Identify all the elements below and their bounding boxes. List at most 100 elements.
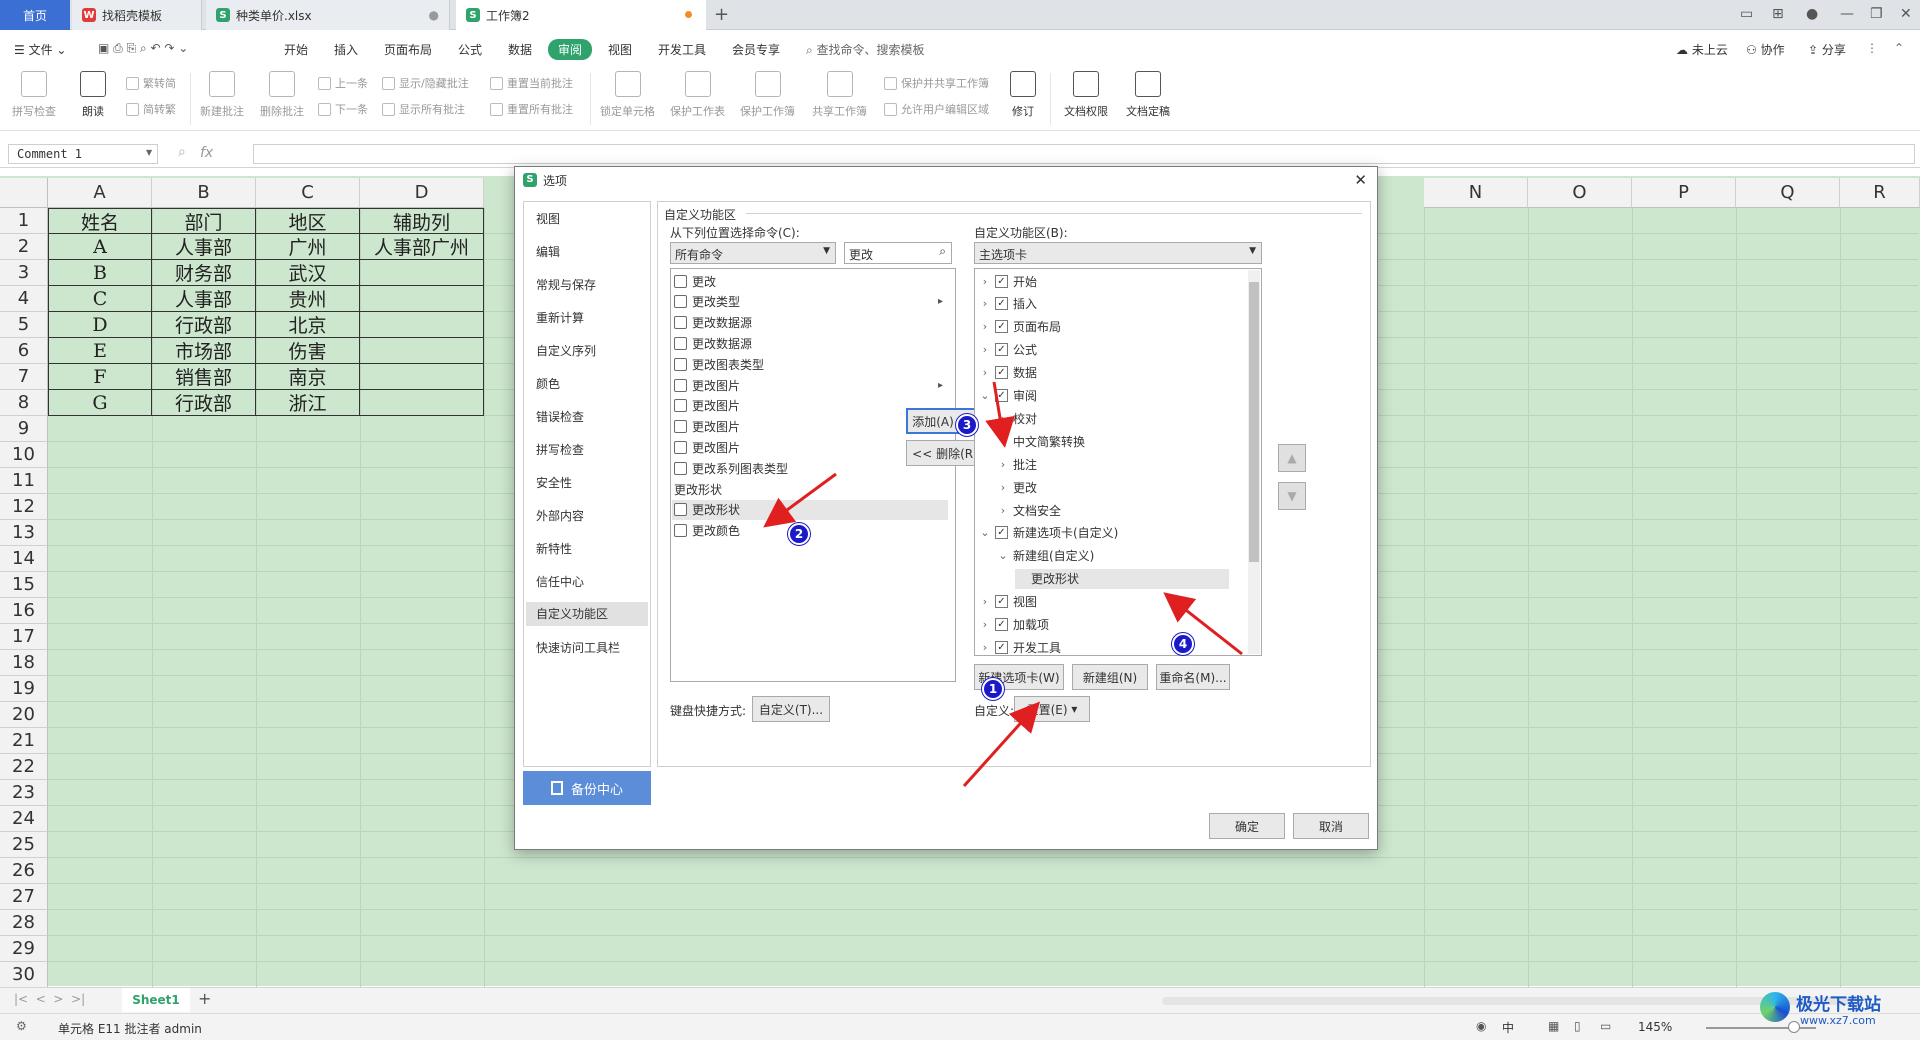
chevron-right-icon[interactable]: › xyxy=(997,504,1009,517)
table-cell[interactable]: 人事部 xyxy=(152,286,256,312)
chevron-right-icon[interactable]: › xyxy=(979,320,991,333)
table-cell[interactable]: D xyxy=(48,312,152,338)
tab-template[interactable]: W 找稻壳模板 xyxy=(72,0,202,30)
column-header[interactable]: P xyxy=(1632,178,1736,208)
table-cell[interactable]: B xyxy=(48,260,152,286)
table-cell[interactable]: 北京 xyxy=(256,312,360,338)
table-cell[interactable] xyxy=(360,338,484,364)
checkbox[interactable]: ✓ xyxy=(995,640,1008,654)
chevron-down-icon[interactable]: ▼ xyxy=(146,148,152,157)
row-header[interactable]: 14 xyxy=(0,546,48,572)
chevron-down-icon[interactable]: ⌄ xyxy=(979,389,991,402)
table-cell[interactable]: 行政部 xyxy=(152,390,256,416)
simp-to-trad-button[interactable]: 简转繁 xyxy=(126,101,176,117)
command-list-item[interactable]: 更改颜色 xyxy=(674,521,740,541)
zoom-level[interactable]: 145% xyxy=(1638,1020,1672,1034)
menu-formula[interactable]: 公式 xyxy=(458,41,482,58)
table-cell[interactable]: A xyxy=(48,234,152,260)
delete-comment-button[interactable]: 删除批注 xyxy=(260,71,304,119)
protect-sheet-button[interactable]: 保护工作表 xyxy=(670,71,725,119)
row-header[interactable]: 30 xyxy=(0,962,48,988)
table-cell[interactable]: 市场部 xyxy=(152,338,256,364)
cloud-status[interactable]: ☁ 未上云 xyxy=(1676,41,1728,58)
table-cell[interactable]: 伤害 xyxy=(256,338,360,364)
prev-comment-button[interactable]: 上一条 xyxy=(318,75,368,91)
ribbon-tree-item[interactable]: › ✓ 页面布局 xyxy=(979,317,1061,337)
select-all-corner[interactable] xyxy=(0,178,48,208)
command-list-item[interactable]: 更改数据源 xyxy=(674,313,752,333)
share-button[interactable]: ⇪ 分享 xyxy=(1808,41,1846,58)
ribbon-tree-item[interactable]: ⌄ 新建组(自定义) xyxy=(997,546,1094,566)
command-list-item[interactable]: 更改图片 xyxy=(674,417,740,437)
doc-permission-button[interactable]: 文档权限 xyxy=(1064,71,1108,119)
tab-workbook2[interactable]: S 工作簿2 xyxy=(456,0,706,30)
chevron-right-icon[interactable]: › xyxy=(979,366,991,379)
row-header[interactable]: 16 xyxy=(0,598,48,624)
menu-home[interactable]: 开始 xyxy=(284,41,308,58)
macro-icon[interactable]: ⚙ xyxy=(16,1019,27,1033)
row-header[interactable]: 13 xyxy=(0,520,48,546)
options-nav-item[interactable]: 错误检查 xyxy=(536,408,584,425)
command-list-item[interactable]: 更改形状 xyxy=(672,499,948,520)
ribbon-tree-item[interactable]: › 文档安全 xyxy=(997,500,1061,520)
command-list-item[interactable]: 更改 xyxy=(674,271,716,291)
column-header[interactable]: B xyxy=(152,178,256,208)
reset-button[interactable]: 重置(E) ▾ xyxy=(1014,696,1090,722)
close-icon[interactable]: ✕ xyxy=(1354,171,1367,189)
view-normal-icon[interactable]: ▦ xyxy=(1548,1019,1559,1033)
command-list-item[interactable]: 更改图片 xyxy=(674,396,740,416)
row-header[interactable]: 15 xyxy=(0,572,48,598)
table-cell[interactable]: E xyxy=(48,338,152,364)
command-list-item[interactable]: 更改形状 xyxy=(674,479,722,499)
table-cell[interactable]: 姓名 xyxy=(48,208,152,234)
lock-cell-button[interactable]: 锁定单元格 xyxy=(600,71,655,119)
menu-file[interactable]: ☰ 文件 ⌄ xyxy=(14,41,66,58)
menu-insert[interactable]: 插入 xyxy=(334,41,358,58)
row-header[interactable]: 7 xyxy=(0,364,48,390)
command-list-item[interactable]: 更改图片 xyxy=(674,437,740,457)
remove-button[interactable]: << 删除(R) xyxy=(906,440,984,466)
show-hide-comment-button[interactable]: 显示/隐藏批注 xyxy=(382,75,469,91)
minimize-icon[interactable]: — xyxy=(1840,6,1854,22)
column-header[interactable]: A xyxy=(48,178,152,208)
spell-check-button[interactable]: 拼写检查 xyxy=(12,71,56,119)
new-group-button[interactable]: 新建组(N) xyxy=(1072,664,1148,690)
read-aloud-button[interactable]: 朗读 xyxy=(80,71,106,119)
ribbon-tree-item[interactable]: › ✓ 开始 xyxy=(979,271,1037,291)
column-header[interactable]: N xyxy=(1424,178,1528,208)
view-break-icon[interactable]: ▭ xyxy=(1600,1019,1611,1033)
command-list-item[interactable]: 更改图表类型 xyxy=(674,354,764,374)
menu-review[interactable]: 审阅 xyxy=(548,39,593,60)
command-list[interactable]: 更改 更改类型 ▸ 更改数据源 更改数据源 更改图表类型 更改图片 ▸ 更改图片 更改图片 更改图片… xyxy=(670,268,956,682)
row-header[interactable]: 20 xyxy=(0,702,48,728)
options-nav-item[interactable]: 自定义功能区 xyxy=(526,602,648,626)
row-header[interactable]: 12 xyxy=(0,494,48,520)
menu-page-layout[interactable]: 页面布局 xyxy=(384,41,432,58)
ribbon-tree-item[interactable]: › ✓ 开发工具 xyxy=(979,637,1061,655)
ribbon-tree-item[interactable]: › 校对 xyxy=(997,408,1037,428)
menu-member[interactable]: 会员专享 xyxy=(732,41,780,58)
allow-edit-range-button[interactable]: 允许用户编辑区域 xyxy=(884,101,989,117)
table-cell[interactable]: G xyxy=(48,390,152,416)
chevron-down-icon[interactable]: ⌄ xyxy=(997,549,1009,562)
collapse-ribbon-icon[interactable]: ⌃ xyxy=(1894,41,1904,55)
chevron-right-icon[interactable]: › xyxy=(997,481,1009,494)
apps-grid-icon[interactable]: ⊞ xyxy=(1772,6,1784,22)
checkbox[interactable]: ✓ xyxy=(995,320,1008,334)
ribbon-tree-item[interactable]: › ✓ 数据 xyxy=(979,363,1037,383)
table-cell[interactable]: 浙江 xyxy=(256,390,360,416)
command-list-item[interactable]: 更改数据源 xyxy=(674,333,752,353)
command-source-select[interactable]: 所有命令 ▼ xyxy=(670,242,836,264)
row-header[interactable]: 10 xyxy=(0,442,48,468)
tab-file-price[interactable]: S 种类单价.xlsx ● xyxy=(206,0,450,30)
add-sheet-icon[interactable]: + xyxy=(198,989,211,1008)
table-cell[interactable]: 贵州 xyxy=(256,286,360,312)
row-header[interactable]: 1 xyxy=(0,208,48,234)
menu-developer[interactable]: 开发工具 xyxy=(658,41,706,58)
fx-icon[interactable]: fx xyxy=(200,145,213,161)
options-nav-item[interactable]: 新特性 xyxy=(536,540,572,557)
options-nav-item[interactable]: 编辑 xyxy=(536,243,560,260)
ribbon-tree-item[interactable]: › 更改 xyxy=(997,477,1037,497)
ribbon-type-select[interactable]: 主选项卡 ▼ xyxy=(974,242,1262,264)
table-cell[interactable]: 人事部 xyxy=(152,234,256,260)
